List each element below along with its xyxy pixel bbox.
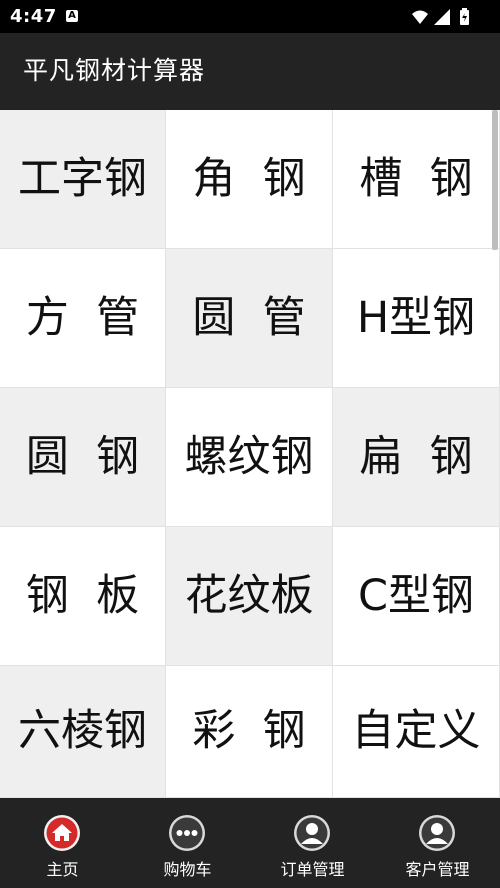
- steel-type-button[interactable]: 花纹板: [166, 527, 333, 666]
- status-time: 4:47: [10, 6, 57, 27]
- steel-type-label: 花纹板: [184, 570, 314, 621]
- status-icons: [412, 8, 469, 25]
- steel-type-button[interactable]: 螺纹钢: [166, 388, 333, 527]
- signal-icon: [434, 9, 450, 25]
- steel-type-button[interactable]: 扁 钢: [333, 388, 500, 527]
- steel-type-button[interactable]: 角 钢: [166, 110, 333, 249]
- nav-home-label: 主页: [46, 860, 79, 879]
- user-icon: [419, 815, 455, 851]
- battery-icon: [460, 8, 469, 25]
- nav-home[interactable]: 主页: [0, 798, 125, 888]
- steel-type-button[interactable]: C型钢: [333, 527, 500, 666]
- notification-a-icon: A: [66, 10, 78, 22]
- nav-orders-label: 订单管理: [280, 860, 345, 879]
- bottom-navigation: 主页 购物车 订单管理 客户管理: [0, 798, 500, 888]
- steel-type-label: 彩 钢: [192, 706, 306, 756]
- app-title: 平凡钢材计算器: [23, 56, 206, 85]
- user-icon: [294, 815, 330, 851]
- nav-customers-label: 客户管理: [405, 860, 470, 879]
- steel-type-label: 扁 钢: [359, 431, 473, 482]
- steel-type-label: 圆 管: [192, 292, 306, 343]
- nav-cart[interactable]: 购物车: [125, 798, 250, 888]
- steel-type-label: 圆 钢: [25, 431, 140, 482]
- steel-type-label: 六棱钢: [18, 706, 147, 756]
- steel-type-grid: 工字钢角 钢 槽 钢方 管 圆 管 H型钢圆 钢螺纹钢扁 钢钢 板花纹板 C型钢六棱钢彩…: [0, 110, 500, 798]
- steel-type-label: 钢 板: [25, 570, 140, 621]
- steel-type-label: 槽 钢: [359, 153, 473, 204]
- steel-type-label: C型钢: [357, 570, 475, 621]
- nav-customers[interactable]: 客户管理: [375, 798, 500, 888]
- wifi-icon: [412, 10, 428, 24]
- steel-type-button[interactable]: 工字钢: [0, 110, 166, 249]
- steel-type-button[interactable]: H型钢: [333, 249, 500, 388]
- steel-type-button[interactable]: 圆 管: [166, 249, 333, 388]
- status-bar: 4:47 A: [0, 0, 500, 33]
- nav-cart-label: 购物车: [163, 860, 212, 879]
- home-icon: [44, 815, 80, 851]
- steel-type-label: 自定义: [351, 706, 481, 756]
- scrollbar[interactable]: [492, 110, 498, 798]
- steel-type-button[interactable]: 自定义: [333, 666, 500, 798]
- steel-type-label: 方 管: [25, 292, 140, 343]
- steel-type-label: H型钢: [356, 292, 476, 343]
- nav-orders[interactable]: 订单管理: [250, 798, 375, 888]
- steel-type-button[interactable]: 彩 钢: [166, 666, 333, 798]
- steel-type-button[interactable]: 钢 板: [0, 527, 166, 666]
- scrollbar-thumb[interactable]: [492, 110, 498, 250]
- steel-type-label: 角 钢: [192, 153, 306, 204]
- steel-type-button[interactable]: 槽 钢: [333, 110, 500, 249]
- steel-type-label: 螺纹钢: [184, 431, 314, 482]
- steel-type-button[interactable]: 方 管: [0, 249, 166, 388]
- more-dots-icon: [169, 815, 205, 851]
- steel-type-button[interactable]: 六棱钢: [0, 666, 166, 798]
- app-bar: 平凡钢材计算器: [0, 33, 500, 110]
- steel-type-label: 工字钢: [18, 153, 147, 204]
- steel-type-button[interactable]: 圆 钢: [0, 388, 166, 527]
